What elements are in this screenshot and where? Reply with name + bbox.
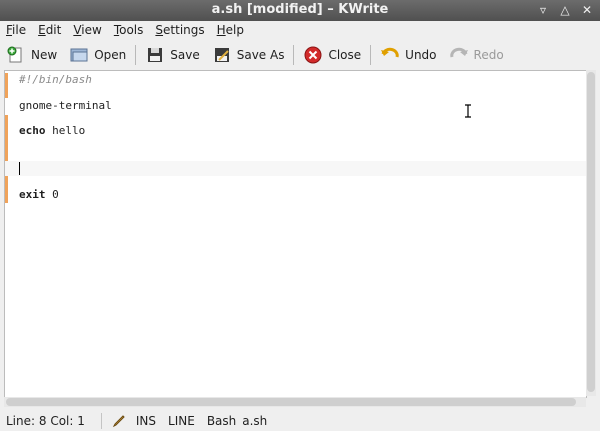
horizontal-scrollbar[interactable] (4, 397, 586, 407)
file-name: a.sh (242, 413, 268, 428)
new-button[interactable]: New (0, 42, 63, 68)
code-line-5: echo hello (19, 124, 86, 137)
close-button[interactable]: Close (297, 42, 367, 68)
text-editor[interactable]: #!/bin/bash gnome-terminal echo hello ex… (4, 70, 587, 398)
vertical-scroll-thumb[interactable] (587, 72, 595, 392)
vertical-scrollbar[interactable] (586, 70, 596, 396)
menu-edit[interactable]: Edit (32, 23, 67, 37)
undo-icon (380, 45, 400, 65)
horizontal-scroll-thumb[interactable] (6, 398, 576, 406)
toolbar-separator (135, 45, 137, 65)
save-as-icon (212, 45, 232, 65)
window-title: a.sh [modified] – KWrite (211, 2, 389, 17)
toolbar-separator (370, 45, 372, 65)
pencil-icon (112, 414, 126, 428)
save-as-button[interactable]: Save As (206, 42, 291, 68)
save-button[interactable]: Save (139, 42, 205, 68)
menu-settings[interactable]: Settings (149, 23, 210, 37)
menu-tools[interactable]: Tools (108, 23, 150, 37)
open-button[interactable]: Open (63, 42, 132, 68)
modified-line-marker (5, 115, 8, 203)
modified-line-marker (5, 73, 8, 98)
menu-bar: File Edit View Tools Settings Help (0, 21, 600, 39)
code-line-10: exit 0 (19, 188, 59, 201)
maximize-icon[interactable]: △ (558, 3, 572, 17)
title-bar: a.sh [modified] – KWrite ▿ △ ✕ (0, 0, 600, 21)
redo-button[interactable]: Redo (443, 42, 510, 68)
cursor-position: Line: 8 Col: 1 (6, 413, 85, 428)
code-line-3: gnome-terminal (19, 99, 112, 112)
close-icon (303, 45, 323, 65)
open-folder-icon (69, 45, 89, 65)
syntax-mode[interactable]: Bash (201, 414, 242, 428)
code-line-1: #!/bin/bash (19, 73, 92, 86)
undo-button[interactable]: Undo (374, 42, 442, 68)
menu-view[interactable]: View (67, 23, 107, 37)
redo-icon (449, 45, 469, 65)
close-window-icon[interactable]: ✕ (580, 3, 594, 17)
ibeam-cursor-icon (465, 104, 471, 118)
toolbar-separator (293, 45, 295, 65)
insert-mode[interactable]: INS (130, 414, 162, 428)
text-caret (19, 162, 20, 175)
save-icon (145, 45, 165, 65)
selection-mode[interactable]: LINE (162, 414, 201, 428)
new-document-icon (6, 45, 26, 65)
minimize-icon[interactable]: ▿ (536, 3, 550, 17)
menu-help[interactable]: Help (211, 23, 250, 37)
status-bar: Line: 8 Col: 1 INS LINE Bash a.sh (0, 410, 600, 431)
kwrite-window: a.sh [modified] – KWrite ▿ △ ✕ File Edit… (0, 0, 600, 431)
main-toolbar: New Open Save Save As Close Undo Redo (0, 40, 600, 70)
menu-file[interactable]: File (0, 23, 32, 37)
current-line-highlight (5, 161, 586, 176)
